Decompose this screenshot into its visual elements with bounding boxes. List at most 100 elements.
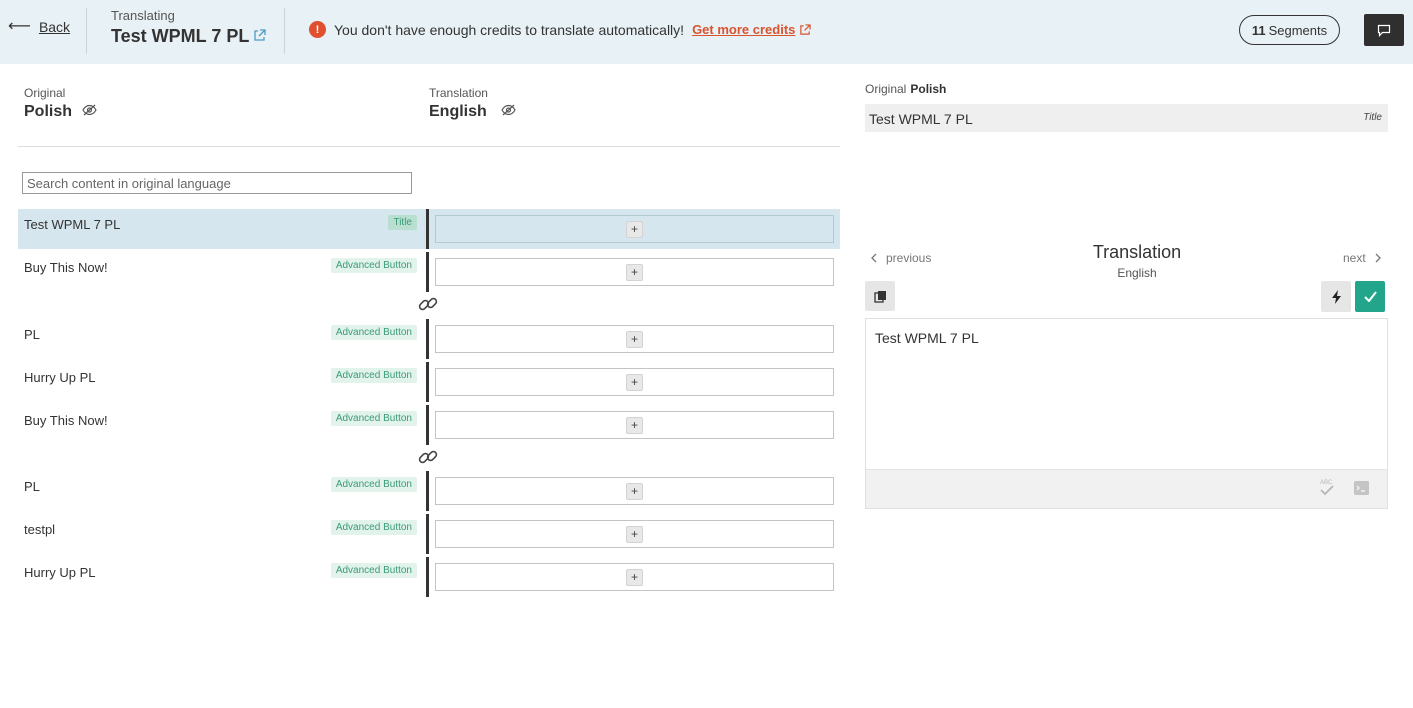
spellcheck-icon[interactable]: ABC (1318, 477, 1336, 500)
get-more-credits-link[interactable]: Get more credits (692, 22, 812, 37)
segment-type-badge: Advanced Button (330, 520, 417, 535)
segments-button[interactable]: 11 Segments (1239, 15, 1340, 45)
copy-original-button[interactable] (865, 281, 895, 311)
back-label: Back (38, 19, 71, 35)
segment-translation-field[interactable]: + (435, 325, 834, 353)
segment-source-text: PL (24, 479, 40, 494)
editor-toolbar: ABC (866, 469, 1387, 508)
translating-label: Translating (111, 8, 175, 23)
external-link-icon[interactable] (253, 26, 267, 47)
segment-source-text: PL (24, 327, 40, 342)
segment-row[interactable]: Hurry Up PL Advanced Button + (18, 362, 840, 402)
segment-row[interactable]: PL Advanced Button + (18, 319, 840, 359)
segment-divider (426, 471, 429, 511)
plus-icon[interactable]: + (626, 373, 643, 391)
original-label: Original (24, 86, 66, 100)
segment-type-badge: Advanced Button (330, 258, 417, 273)
credits-alert: ! You don't have enough credits to trans… (309, 21, 812, 38)
external-link-icon (800, 23, 812, 35)
segment-type-badge: Advanced Button (330, 368, 417, 383)
segment-row[interactable]: Buy This Now! Advanced Button + (18, 252, 840, 292)
link-chain-icon[interactable] (417, 293, 439, 315)
segment-row[interactable]: Hurry Up PL Advanced Button + (18, 557, 840, 597)
chevron-right-icon (1375, 253, 1381, 263)
translation-language: English (429, 103, 487, 120)
segment-source-text: Hurry Up PL (24, 565, 96, 580)
header-divider (284, 8, 285, 54)
copy-icon (873, 290, 886, 303)
page-title: Test WPML 7 PL (111, 26, 267, 47)
plus-icon[interactable]: + (626, 525, 643, 543)
header-separator (18, 146, 840, 147)
segment-row[interactable]: Buy This Now! Advanced Button + (18, 405, 840, 445)
arrow-left-icon: ⟵ (8, 18, 31, 35)
bolt-icon (1331, 289, 1341, 304)
original-language: Polish (24, 103, 73, 120)
translation-editor-text[interactable]: Test WPML 7 PL (875, 330, 979, 346)
plus-icon[interactable]: + (626, 568, 643, 586)
translation-language-header: Translation English (429, 86, 516, 121)
auto-translate-button[interactable] (1321, 281, 1351, 312)
plus-icon[interactable]: + (626, 416, 643, 434)
segment-type-badge: Advanced Button (330, 325, 417, 340)
segment-divider (426, 362, 429, 402)
segment-type-badge: Advanced Button (330, 477, 417, 492)
previous-button[interactable]: previous (870, 251, 931, 265)
plus-icon[interactable]: + (626, 220, 643, 238)
segment-translation-field[interactable]: + (435, 477, 834, 505)
segment-source-text: testpl (24, 522, 56, 537)
alert-icon: ! (309, 21, 326, 38)
chevron-left-icon (871, 253, 877, 263)
segment-source-text: Hurry Up PL (24, 370, 96, 385)
document-title: Test WPML 7 PL (111, 26, 250, 46)
link-chain-icon[interactable] (417, 446, 439, 468)
plus-icon[interactable]: + (626, 330, 643, 348)
eye-slash-icon[interactable] (501, 103, 516, 121)
get-more-credits-label: Get more credits (692, 22, 796, 37)
translating-block: Translating Test WPML 7 PL (111, 8, 267, 47)
segment-translation-field[interactable]: + (435, 368, 834, 396)
plus-icon[interactable]: + (626, 482, 643, 500)
segment-type-badge: Title (388, 215, 417, 230)
segment-row[interactable]: Test WPML 7 PL Title + (18, 209, 840, 249)
segment-translation-field[interactable]: + (435, 563, 834, 591)
panel-original-label: Original (865, 82, 907, 96)
segment-source-text: Test WPML 7 PL (24, 217, 121, 232)
segment-divider (426, 209, 429, 249)
check-icon (1363, 291, 1377, 302)
plus-icon[interactable]: + (626, 263, 643, 281)
panel-original-header: Original Polish (865, 82, 946, 96)
segment-translation-field[interactable]: + (435, 258, 834, 286)
segment-divider (426, 557, 429, 597)
segment-row[interactable]: PL Advanced Button + (18, 471, 840, 511)
panel-original-tag: Title (1363, 112, 1382, 123)
segment-divider (426, 319, 429, 359)
top-bar: ⟵ Back Translating Test WPML 7 PL ! You … (0, 0, 1413, 64)
panel-original-box: Test WPML 7 PL Title (865, 104, 1388, 132)
panel-original-text: Test WPML 7 PL (869, 111, 973, 127)
segment-translation-field[interactable]: + (435, 520, 834, 548)
translation-editor[interactable]: Test WPML 7 PL ABC (865, 318, 1388, 509)
segment-divider (426, 514, 429, 554)
search-input[interactable] (22, 172, 412, 194)
translation-panel-language: English (1117, 266, 1157, 280)
translation-panel-header: Translation English (1037, 242, 1237, 280)
previous-label: previous (886, 251, 932, 265)
segment-type-badge: Advanced Button (330, 411, 417, 426)
segment-source-text: Buy This Now! (24, 413, 108, 428)
next-button[interactable]: next (1343, 251, 1382, 265)
comment-button[interactable] (1364, 14, 1404, 46)
segment-row[interactable]: testpl Advanced Button + (18, 514, 840, 554)
panel-original-language: Polish (910, 82, 947, 96)
segments-count: 11 (1251, 22, 1266, 38)
confirm-translation-button[interactable] (1355, 281, 1385, 312)
eye-slash-icon[interactable] (82, 103, 97, 121)
segment-translation-field[interactable]: + (435, 411, 834, 439)
back-button[interactable]: ⟵ Back (8, 18, 71, 36)
segment-translation-field[interactable]: + (435, 215, 834, 243)
segment-type-badge: Advanced Button (330, 563, 417, 578)
header-divider (86, 8, 87, 54)
segment-divider (426, 252, 429, 292)
code-icon[interactable] (1353, 480, 1370, 499)
segment-source-text: Buy This Now! (24, 260, 108, 275)
